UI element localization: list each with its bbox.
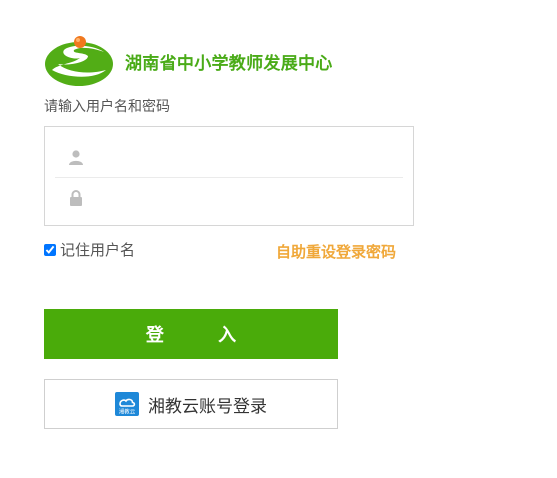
remember-checkbox[interactable] [44,243,56,256]
reset-password-link[interactable]: 自助重设登录密码 [276,241,396,262]
cloud-login-button[interactable]: 湘教云 湘教云账号登录 [44,379,338,429]
center-logo-icon [45,36,113,86]
header: 湖南省中小学教师发展中心 [44,34,333,88]
username-input[interactable] [96,141,403,173]
login-prompt: 请输入用户名和密码 [44,99,170,115]
org-title: 湖南省中小学教师发展中心 [125,53,333,74]
cloud-logo-text: 湘教云 [119,408,136,416]
login-page: 湖南省中小学教师发展中心 请输入用户名和密码 记住用户名 自助重设登录密码 登 … [0,0,557,478]
remember-label: 记住用户名 [60,241,136,259]
lock-icon [66,188,86,208]
user-icon [66,147,86,167]
username-row [55,137,403,178]
cloud-login-label: 湘教云账号登录 [148,396,267,417]
xiangjiaoyun-icon: 湘教云 [115,392,139,416]
credentials-box [44,126,414,226]
password-row [55,178,403,218]
remember-username[interactable]: 记住用户名 [44,239,135,260]
password-input[interactable] [96,182,403,214]
login-button[interactable]: 登 入 [44,309,338,359]
